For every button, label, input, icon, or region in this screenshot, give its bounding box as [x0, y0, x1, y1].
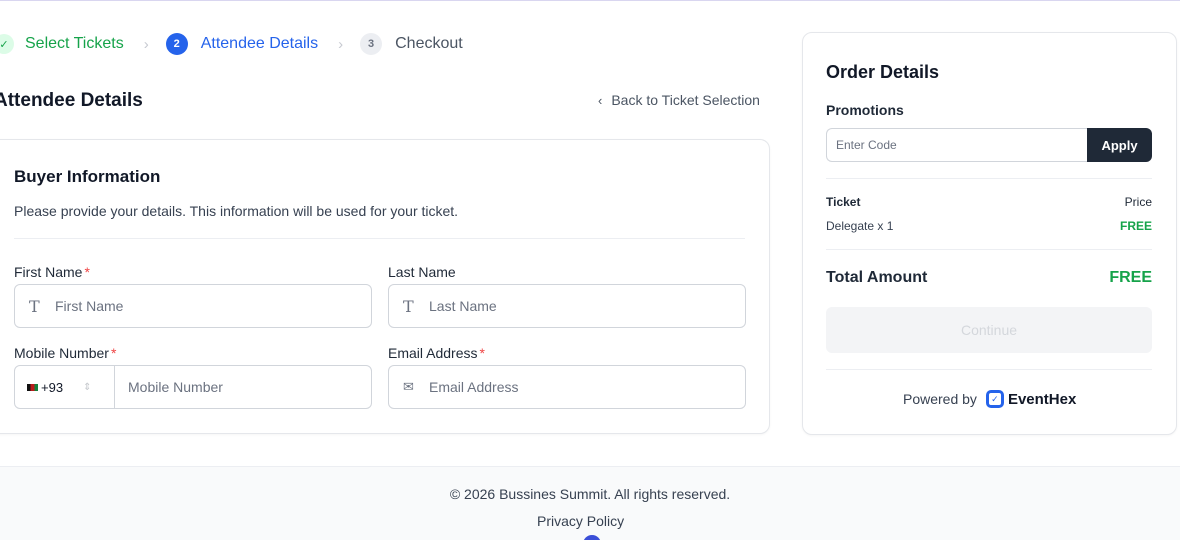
apply-button[interactable]: Apply [1087, 128, 1152, 162]
order-details-card [802, 32, 1177, 435]
top-border [0, 0, 1180, 1]
divider [826, 178, 1152, 179]
price-column-header: Price [1124, 195, 1152, 209]
mail-icon: ✉ [403, 379, 414, 395]
powered-by-text: Powered by [903, 391, 977, 407]
buyer-information-description: Please provide your details. This inform… [14, 203, 459, 219]
ticket-item-name: Delegate x 1 [826, 219, 894, 233]
email-address-label: Email Address * [388, 345, 485, 361]
checkout-stepper: ✓ Select Tickets › 2 Attendee Details › … [0, 33, 463, 55]
page-title: Attendee Details [0, 90, 143, 111]
promotions-label: Promotions [826, 102, 904, 118]
copyright-text: © 2026 Bussines Summit. All rights reser… [449, 486, 731, 502]
chevron-left-icon: ‹ [598, 92, 603, 108]
eventhex-brand: EventHex [1007, 390, 1077, 408]
promo-code-input[interactable]: Enter Code [826, 128, 1088, 162]
total-amount-label: Total Amount [826, 269, 928, 286]
back-to-ticket-selection-link[interactable]: ‹ Back to Ticket Selection [598, 92, 760, 108]
last-name-label: Last Name [388, 264, 456, 280]
order-details-title: Order Details [826, 62, 940, 82]
total-amount-value: FREE [1109, 269, 1152, 286]
mobile-number-input[interactable]: Mobile Number [115, 379, 223, 395]
first-name-label-text: First Name [14, 264, 83, 280]
ticket-column-header: Ticket [826, 195, 861, 209]
eventhex-logo-icon: ✓ [985, 390, 1004, 408]
divider [14, 238, 745, 239]
ticket-item-price: FREE [1119, 219, 1152, 233]
email-address-label-text: Email Address [388, 345, 478, 361]
required-mark: * [479, 345, 485, 361]
required-mark: * [84, 264, 90, 280]
last-name-placeholder: Last Name [429, 298, 497, 314]
check-icon: ✓ [0, 34, 14, 54]
mobile-number-label-text: Mobile Number [14, 345, 109, 361]
buyer-information-title: Buyer Information [14, 167, 161, 186]
step-label: Checkout [395, 35, 463, 52]
step-checkout: 3 Checkout [360, 33, 463, 55]
mobile-number-field: +93 ⇕ Mobile Number [14, 365, 372, 409]
divider [826, 369, 1152, 370]
privacy-policy-link[interactable]: Privacy Policy [537, 513, 624, 529]
step-number: 2 [165, 33, 188, 55]
mobile-number-label: Mobile Number * [14, 345, 116, 361]
continue-button[interactable]: Continue [826, 307, 1152, 353]
chevron-right-icon: › [338, 35, 344, 53]
required-mark: * [110, 345, 117, 361]
text-icon: T [29, 296, 40, 316]
step-attendee-details[interactable]: 2 Attendee Details [165, 33, 319, 55]
chevron-right-icon: › [143, 35, 149, 53]
step-number: 3 [360, 33, 383, 55]
step-label: Attendee Details [200, 35, 319, 52]
email-address-field[interactable]: ✉ Email Address [388, 365, 746, 409]
updown-icon: ⇕ [83, 381, 92, 393]
last-name-field[interactable]: T Last Name [388, 284, 746, 328]
text-icon: T [403, 296, 414, 316]
dial-code-select[interactable]: +93 ⇕ [15, 366, 115, 408]
email-address-placeholder: Email Address [429, 379, 519, 395]
first-name-field[interactable]: T First Name [14, 284, 372, 328]
step-label: Select Tickets [25, 35, 124, 52]
back-link-label: Back to Ticket Selection [611, 92, 760, 108]
powered-by: Powered by ✓ EventHex [903, 390, 1076, 408]
first-name-label: First Name * [14, 264, 90, 280]
first-name-placeholder: First Name [55, 298, 124, 314]
divider [826, 249, 1152, 250]
dial-code: +93 [41, 379, 64, 395]
flag-icon [27, 383, 38, 391]
step-select-tickets[interactable]: ✓ Select Tickets [0, 34, 124, 54]
